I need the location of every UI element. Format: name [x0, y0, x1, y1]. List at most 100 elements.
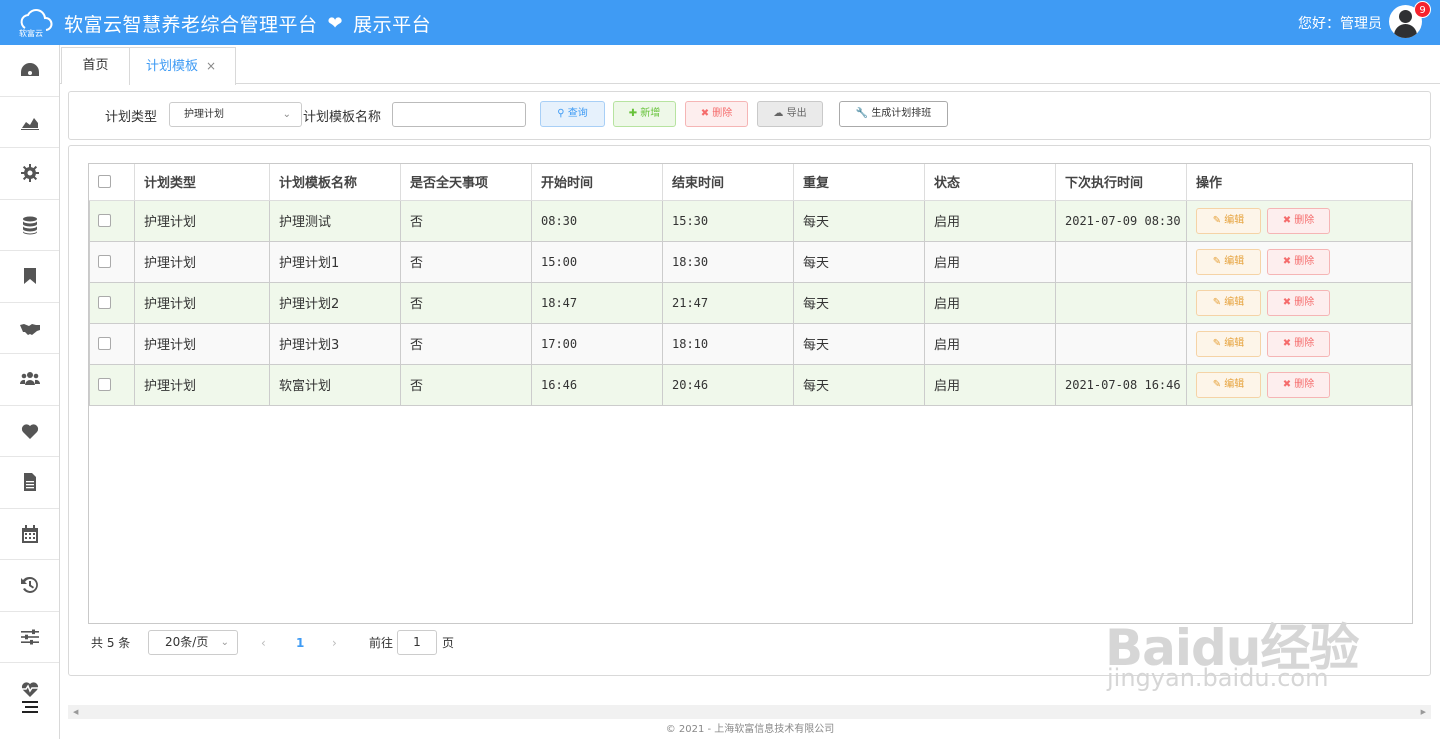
- app-title-text: 软富云智慧养老综合管理平台: [64, 14, 318, 36]
- scroll-right-icon[interactable]: ▶: [1421, 705, 1426, 719]
- edit-button[interactable]: ✎ 编辑: [1196, 330, 1261, 357]
- edit-icon: ✎: [1212, 214, 1222, 226]
- cell-end-time: 20:46: [662, 363, 794, 406]
- add-button[interactable]: ✚ 新增: [613, 101, 676, 127]
- sidebar-item-health[interactable]: [0, 406, 59, 457]
- row-delete-button[interactable]: ✖ 删除: [1267, 371, 1330, 398]
- total-count: 共 5 条: [91, 636, 131, 650]
- cell-end-time: 18:10: [662, 322, 794, 365]
- row-delete-button[interactable]: ✖ 删除: [1267, 207, 1330, 234]
- edit-button[interactable]: ✎ 编辑: [1196, 289, 1261, 316]
- col-start-time[interactable]: 开始时间: [531, 164, 663, 201]
- sidebar-item-dashboard[interactable]: [0, 45, 59, 97]
- col-end-time[interactable]: 结束时间: [662, 164, 794, 201]
- close-icon[interactable]: ×: [206, 59, 216, 73]
- generate-schedule-button[interactable]: 🔧 生成计划排班: [839, 101, 948, 127]
- close-icon: ✖: [1282, 255, 1292, 267]
- scroll-left-icon[interactable]: ◀: [73, 705, 78, 719]
- row-select-cell: [89, 363, 135, 406]
- row-delete-button[interactable]: ✖ 删除: [1267, 289, 1330, 316]
- prev-page-button[interactable]: ‹: [261, 630, 266, 656]
- sidebar-item-bookmark[interactable]: [0, 251, 59, 303]
- plan-type-value: 护理计划: [184, 109, 224, 120]
- table-panel: 计划类型 计划模板名称 是否全天事项 开始时间 结束时间 重复 状态 下次执行时…: [68, 145, 1431, 676]
- close-icon: ✖: [1282, 378, 1292, 390]
- delete-button[interactable]: ✖ 删除: [685, 101, 748, 127]
- sidebar-item-database[interactable]: [0, 200, 59, 251]
- select-all-cell: [89, 164, 135, 201]
- sidebar-item-users[interactable]: [0, 354, 59, 406]
- sidebar-item-settings[interactable]: [0, 148, 59, 200]
- template-name-input[interactable]: [392, 102, 526, 127]
- edit-button[interactable]: ✎ 编辑: [1196, 248, 1261, 275]
- row-checkbox[interactable]: [98, 337, 111, 350]
- col-next-run[interactable]: 下次执行时间: [1055, 164, 1187, 201]
- cell-next-run: [1055, 281, 1187, 324]
- next-page-button[interactable]: ›: [332, 630, 337, 656]
- col-status[interactable]: 状态: [924, 164, 1056, 201]
- user-greeting[interactable]: 您好：管理员: [1298, 13, 1382, 33]
- col-repeat[interactable]: 重复: [793, 164, 925, 201]
- avatar-body: [1394, 24, 1417, 38]
- sidebar-item-history[interactable]: [0, 560, 59, 612]
- cell-status: 启用: [924, 322, 1056, 365]
- row-delete-button[interactable]: ✖ 删除: [1267, 330, 1330, 357]
- col-actions: 操作: [1186, 164, 1412, 201]
- edit-icon: ✎: [1212, 378, 1222, 390]
- tab-bar: 首页 计划模板 ×: [60, 45, 1440, 85]
- cell-start-time: 08:30: [531, 199, 663, 242]
- cell-next-run: [1055, 322, 1187, 365]
- col-plan-type[interactable]: 计划类型: [134, 164, 270, 201]
- page-size-select[interactable]: 20条/页 ⌄: [148, 630, 238, 655]
- row-select-cell: [89, 240, 135, 283]
- edit-icon: ✎: [1212, 337, 1222, 349]
- notification-badge[interactable]: 9: [1414, 1, 1431, 18]
- cell-all-day: 否: [400, 363, 532, 406]
- goto-page-input[interactable]: 1: [397, 630, 437, 655]
- edit-button-label: 编辑: [1224, 296, 1245, 308]
- tab-plan-template-label: 计划模板: [146, 59, 199, 74]
- search-panel: 计划类型 护理计划 ⌄ 计划模板名称 ⚲ 查询 ✚ 新增 ✖ 删除 ☁ 导出 🔧…: [68, 91, 1431, 140]
- row-checkbox[interactable]: [98, 214, 111, 227]
- chevron-down-icon: ⌄: [282, 109, 291, 120]
- col-template-name[interactable]: 计划模板名称: [269, 164, 401, 201]
- close-icon: ✖: [1282, 296, 1292, 308]
- cell-template-name: 护理计划3: [269, 322, 401, 365]
- row-checkbox[interactable]: [98, 296, 111, 309]
- sidebar: [0, 45, 60, 739]
- sidebar-item-partners[interactable]: [0, 303, 59, 354]
- table-row: 护理计划 护理测试 否 08:30 15:30 每天 启用 2021-07-09…: [89, 199, 1412, 242]
- sidebar-item-documents[interactable]: [0, 457, 59, 509]
- row-delete-button[interactable]: ✖ 删除: [1267, 248, 1330, 275]
- row-checkbox[interactable]: [98, 378, 111, 391]
- cell-status: 启用: [924, 281, 1056, 324]
- tab-plan-template[interactable]: 计划模板 ×: [129, 47, 236, 85]
- cell-repeat: 每天: [793, 322, 925, 365]
- cell-actions: ✎ 编辑 ✖ 删除: [1186, 322, 1412, 365]
- plan-type-select[interactable]: 护理计划 ⌄: [169, 102, 302, 127]
- cell-template-name: 护理计划1: [269, 240, 401, 283]
- template-name-label: 计划模板名称: [303, 110, 382, 125]
- edit-button[interactable]: ✎ 编辑: [1196, 371, 1261, 398]
- horizontal-scrollbar[interactable]: ◀ ▶: [68, 705, 1431, 719]
- chevron-down-icon: ⌄: [220, 637, 229, 648]
- row-delete-label: 删除: [1294, 296, 1315, 308]
- row-delete-label: 删除: [1294, 255, 1315, 267]
- sidebar-item-adjust[interactable]: [0, 612, 59, 663]
- cell-template-name: 护理测试: [269, 199, 401, 242]
- row-checkbox[interactable]: [98, 255, 111, 268]
- cell-status: 启用: [924, 363, 1056, 406]
- query-button[interactable]: ⚲ 查询: [540, 101, 605, 127]
- select-all-checkbox[interactable]: [97, 175, 111, 189]
- tab-home[interactable]: 首页: [61, 47, 130, 84]
- heart-icon: [21, 424, 38, 439]
- close-icon: ✖: [1282, 337, 1292, 349]
- sidebar-item-calendar[interactable]: [0, 509, 59, 560]
- page-number[interactable]: 1: [296, 630, 304, 656]
- export-button[interactable]: ☁ 导出: [757, 101, 823, 127]
- menu-toggle-icon[interactable]: [22, 700, 38, 714]
- col-all-day[interactable]: 是否全天事项: [400, 164, 532, 201]
- edit-button[interactable]: ✎ 编辑: [1196, 207, 1261, 234]
- cell-all-day: 否: [400, 199, 532, 242]
- sidebar-item-chart[interactable]: [0, 97, 59, 148]
